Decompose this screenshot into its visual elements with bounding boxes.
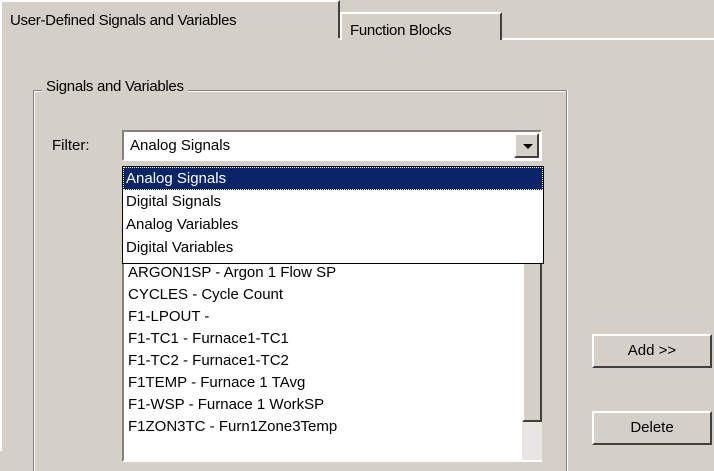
filter-value: Analog Signals bbox=[130, 137, 231, 154]
list-item[interactable]: F1-LPOUT - bbox=[124, 306, 542, 328]
tab-panel-border-left bbox=[0, 38, 2, 451]
dropdown-option-analog-variables[interactable]: Analog Variables bbox=[123, 213, 543, 236]
filter-dropdown-list: Analog Signals Digital Signals Analog Va… bbox=[122, 166, 544, 264]
dropdown-option-analog-signals[interactable]: Analog Signals bbox=[123, 167, 543, 190]
tab-label: Function Blocks bbox=[350, 22, 452, 39]
dropdown-option-digital-signals[interactable]: Digital Signals bbox=[123, 190, 543, 213]
list-item[interactable]: CYCLES - Cycle Count bbox=[124, 284, 542, 306]
tab-function-blocks[interactable]: Function Blocks bbox=[340, 12, 502, 40]
dropdown-button[interactable] bbox=[514, 133, 539, 158]
list-item[interactable]: F1TEMP - Furnace 1 TAvg bbox=[124, 372, 542, 394]
delete-button[interactable]: Delete bbox=[592, 411, 712, 445]
vertical-scrollbar[interactable] bbox=[522, 262, 542, 460]
filter-label: Filter: bbox=[52, 137, 90, 154]
chevron-down-icon bbox=[523, 144, 533, 149]
dropdown-option-digital-variables[interactable]: Digital Variables bbox=[123, 236, 543, 259]
list-item[interactable]: F1-WSP - Furnace 1 WorkSP bbox=[124, 394, 542, 416]
tab-label: User-Defined Signals and Variables bbox=[10, 12, 237, 29]
scrollbar-thumb[interactable] bbox=[522, 262, 542, 422]
add-button[interactable]: Add >> bbox=[592, 334, 712, 368]
filter-combobox[interactable]: Analog Signals bbox=[122, 130, 542, 161]
list-item[interactable]: F1-TC2 - Furnace1-TC2 bbox=[124, 350, 542, 372]
list-item[interactable]: F1-TC1 - Furnace1-TC1 bbox=[124, 328, 542, 350]
signals-listbox[interactable]: ARGON1SP - Argon 1 Flow SP CYCLES - Cycl… bbox=[122, 262, 542, 462]
tab-user-defined-signals[interactable]: User-Defined Signals and Variables bbox=[0, 0, 340, 38]
group-title: Signals and Variables bbox=[42, 78, 188, 95]
list-item[interactable]: ARGON1SP - Argon 1 Flow SP bbox=[124, 262, 542, 284]
list-item[interactable]: F1ZON3TC - Furn1Zone3Temp bbox=[124, 416, 542, 438]
